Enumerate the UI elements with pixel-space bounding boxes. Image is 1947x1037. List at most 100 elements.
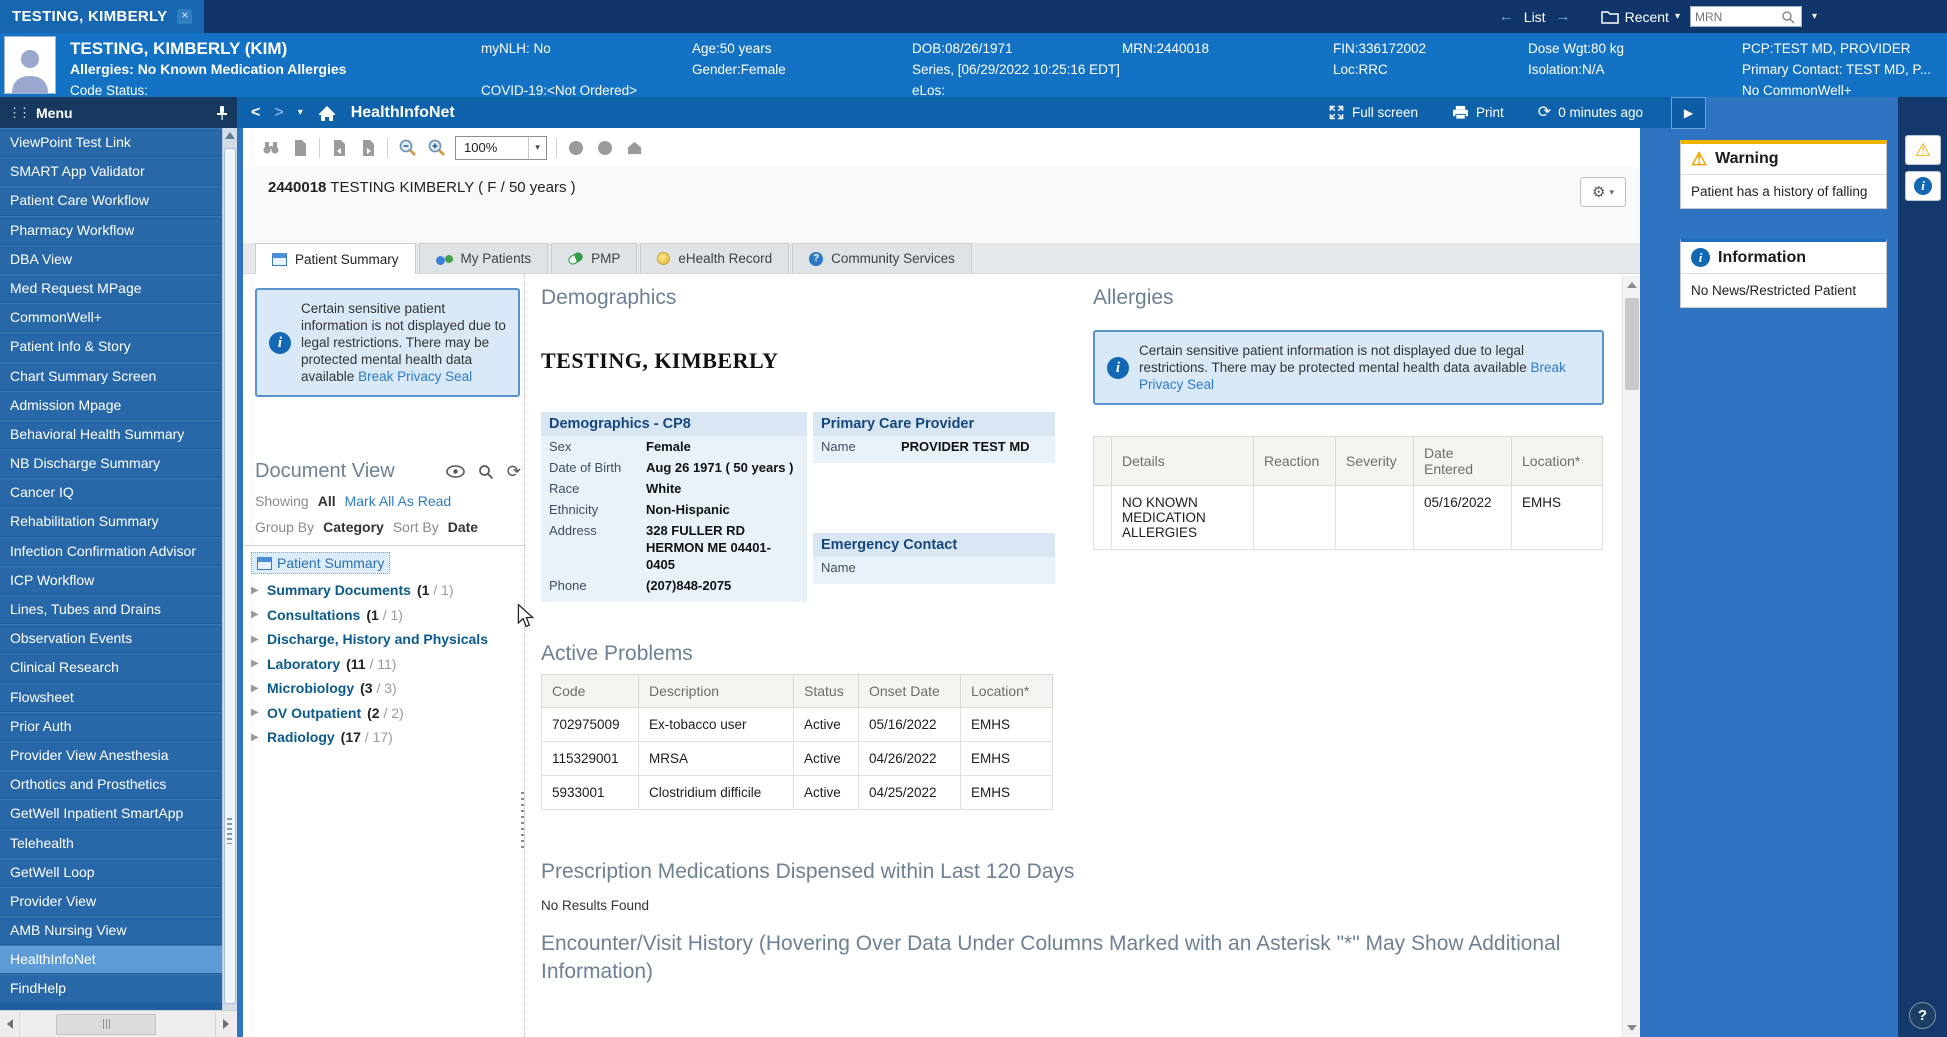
table-row[interactable]: 115329001 MRSA Active 04/26/2022 EMHS [542,742,1053,776]
table-row[interactable]: NO KNOWN MEDICATION ALLERGIES 05/16/2022… [1094,486,1603,550]
next-page-icon[interactable] [358,138,378,158]
document-tree-root[interactable]: Patient Summary [251,552,390,574]
table-row[interactable]: 702975009 Ex-tobacco user Active 05/16/2… [542,708,1053,742]
search-input[interactable] [1695,10,1781,24]
search-options-icon[interactable]: ▾ [1812,11,1817,22]
zoom-out-icon[interactable] [397,138,417,158]
sidebar-scrollbar[interactable] [222,128,237,1010]
tree-expand-icon[interactable]: ▶ [251,683,261,694]
tab[interactable]: eHealth Record [640,243,789,273]
sidebar-item[interactable]: Clinical Research [0,653,222,682]
tab[interactable]: Patient Summary [255,243,416,274]
tab[interactable]: PMP [551,243,637,273]
home-icon[interactable] [317,104,337,122]
scrollbar-thumb[interactable] [1625,298,1639,390]
scroll-up-button[interactable] [1623,276,1641,294]
sidebar-item[interactable]: SMART App Validator [0,157,222,186]
refresh-button[interactable]: ⟳ 0 minutes ago [1538,105,1643,121]
home-view-icon[interactable] [624,138,644,158]
recent-button[interactable]: Recent ▾ [1601,9,1680,25]
sidebar-item[interactable]: NB Discharge Summary [0,449,222,478]
hscrollbar-thumb[interactable] [56,1014,156,1035]
sidebar-hscrollbar[interactable] [0,1010,237,1037]
sidebar-item[interactable]: Chart Summary Screen [0,362,222,391]
scroll-down-button[interactable] [1623,1019,1641,1037]
sidebar-item[interactable]: Lines, Tubes and Drains [0,595,222,624]
sidebar-item[interactable]: Telehealth [0,829,222,858]
tab[interactable]: My Patients [419,243,549,273]
break-privacy-seal-link[interactable]: Break Privacy Seal [358,369,472,384]
fullscreen-button[interactable]: Full screen [1328,104,1418,121]
sidebar-item[interactable]: GetWell Inpatient SmartApp [0,799,222,828]
nav-dropdown-icon[interactable]: ▾ [298,107,303,118]
mark-all-read-link[interactable]: Mark All As Read [345,493,452,509]
sidebar-item[interactable]: Cancer IQ [0,478,222,507]
sidebar-item[interactable]: Provider View Anesthesia [0,741,222,770]
search-icon[interactable] [1781,10,1795,24]
eye-icon[interactable] [446,465,465,478]
group-by-value[interactable]: Category [323,519,384,535]
document-category[interactable]: ▶ Discharge, History and Physicals [251,627,524,652]
sidebar-item[interactable]: Patient Care Workflow [0,186,222,215]
tab[interactable]: Community Services [792,243,972,273]
tree-expand-icon[interactable]: ▶ [251,658,261,669]
zoom-level-select[interactable]: 100% ▾ [455,136,547,160]
tree-expand-icon[interactable]: ▶ [251,707,261,718]
pin-icon[interactable] [215,105,229,121]
tree-expand-icon[interactable]: ▶ [251,732,261,743]
reload-icon[interactable]: ⟳ [507,462,521,482]
forward-icon[interactable]: > [274,104,283,122]
settings-button[interactable]: ⚙ ▾ [1580,177,1626,207]
fit-width-icon[interactable] [595,138,615,158]
document-category[interactable]: ▶ OV Outpatient (2 / 2) [251,701,524,726]
patient-chart-tab[interactable]: TESTING, KIMBERLY × [0,0,204,33]
document-category[interactable]: ▶ Radiology (17 / 17) [251,725,524,750]
page-icon[interactable] [290,138,310,158]
sidebar-item[interactable]: Behavioral Health Summary [0,420,222,449]
list-label[interactable]: List [1524,9,1546,25]
splitter-grip-icon[interactable] [521,792,524,850]
document-category[interactable]: ▶ Summary Documents (1 / 1) [251,578,524,603]
sidebar-item[interactable]: Pharmacy Workflow [0,216,222,245]
sidebar-item[interactable]: ViewPoint Test Link [0,128,222,157]
document-category[interactable]: ▶ Microbiology (3 / 3) [251,676,524,701]
help-button[interactable]: ? [1909,1002,1936,1029]
warning-alert-button[interactable]: ⚠ [1905,135,1941,165]
tree-expand-icon[interactable]: ▶ [251,634,261,645]
content-scrollbar[interactable] [1622,276,1640,1037]
tree-expand-icon[interactable]: ▶ [251,609,261,620]
previous-page-icon[interactable] [329,138,349,158]
sidebar-item[interactable]: Flowsheet [0,683,222,712]
list-forward-icon[interactable]: → [1556,8,1571,25]
document-category[interactable]: ▶ Laboratory (11 / 11) [251,652,524,677]
sidebar-item[interactable]: ICP Workflow [0,566,222,595]
collapse-panel-button[interactable]: ▶ [1671,97,1706,129]
sidebar-item[interactable]: Rehabilitation Summary [0,507,222,536]
sidebar-item[interactable]: Admission Mpage [0,391,222,420]
scrollbar-thumb[interactable] [224,148,236,1004]
sidebar-item[interactable]: Infection Confirmation Advisor [0,537,222,566]
tree-expand-icon[interactable]: ▶ [251,585,261,596]
scroll-right-button[interactable] [215,1012,235,1037]
sidebar-item[interactable]: Provider View [0,887,222,916]
sidebar-item[interactable]: HealthInfoNet [0,945,222,974]
sidebar-item[interactable]: Med Request MPage [0,274,222,303]
sidebar-item[interactable]: FindHelp [0,974,222,1003]
find-icon[interactable] [261,138,281,158]
scroll-up-icon[interactable] [225,132,235,139]
list-back-icon[interactable]: ← [1499,8,1514,25]
fit-page-icon[interactable] [566,138,586,158]
close-icon[interactable]: × [177,9,192,24]
sidebar-item[interactable]: CommonWell+ [0,303,222,332]
information-alert-button[interactable]: i [1905,171,1941,201]
sidebar-item[interactable]: AMB Nursing View [0,916,222,945]
zoom-in-icon[interactable] [426,138,446,158]
back-icon[interactable]: < [251,104,260,122]
showing-value[interactable]: All [318,493,336,509]
search-icon[interactable] [478,464,494,480]
print-button[interactable]: Print [1452,105,1504,120]
sidebar-item[interactable]: Observation Events [0,624,222,653]
sort-by-value[interactable]: Date [448,519,478,535]
scroll-left-button[interactable] [0,1012,20,1037]
sidebar-item[interactable]: GetWell Loop [0,858,222,887]
